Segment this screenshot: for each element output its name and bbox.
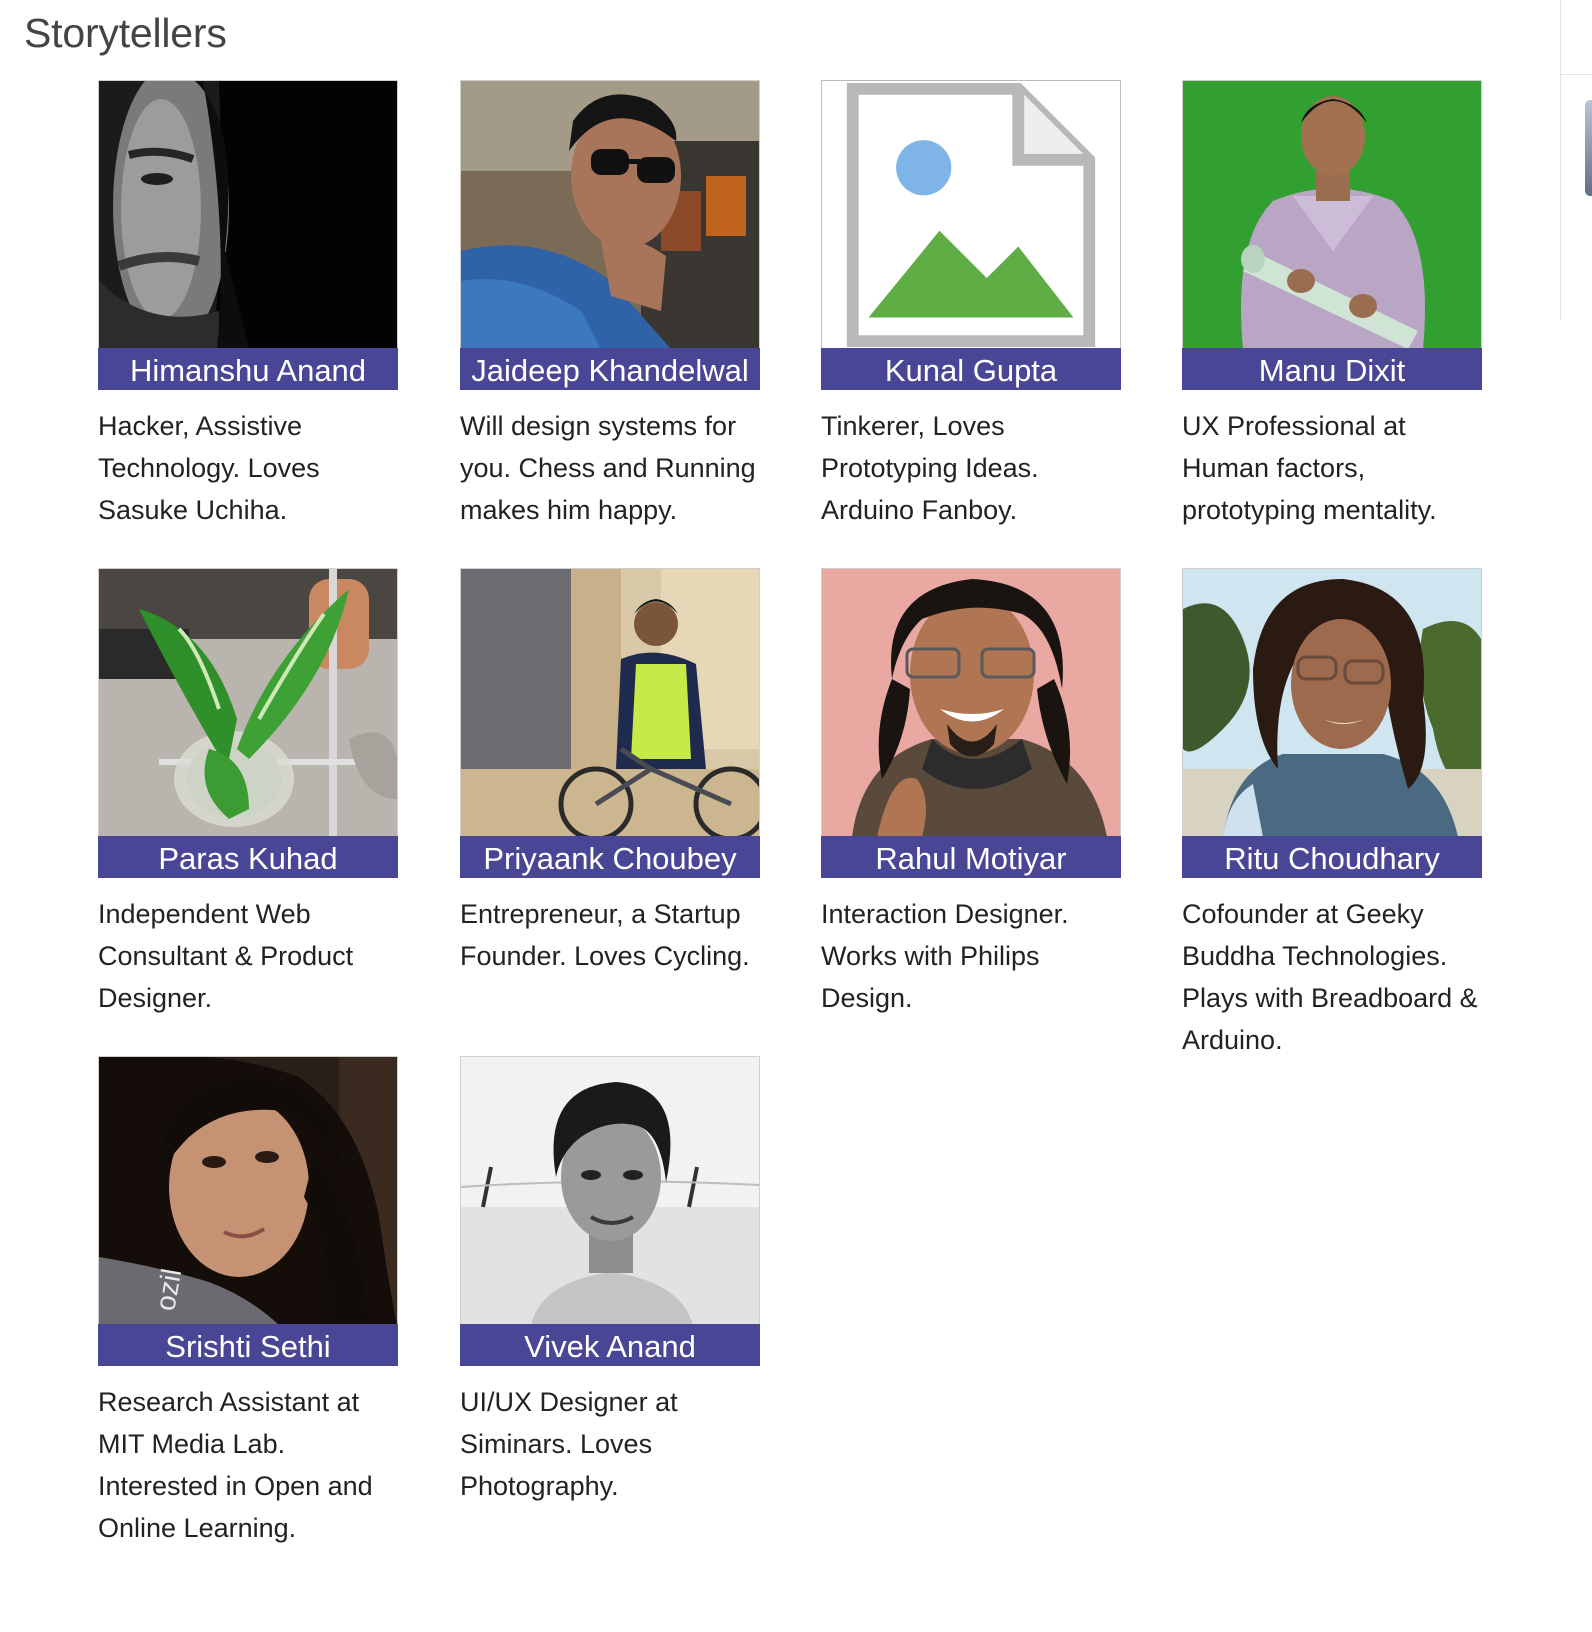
storyteller-card-priyaank-choubey: Priyaank Choubey Entrepreneur, a Startup…: [460, 568, 760, 971]
storyteller-bio: Research Assistant at MIT Media Lab. Int…: [98, 1387, 373, 1543]
portrait-black-and-white-image: [461, 1057, 759, 1325]
broken-image-icon: [846, 82, 1096, 348]
storyteller-name[interactable]: Manu Dixit: [1182, 348, 1482, 390]
partial-sidebar-image: [1585, 100, 1592, 196]
storyteller-card-jaideep-khandelwal: Jaideep Khandelwal Will design systems f…: [460, 80, 760, 525]
storyteller-bio: Hacker, Assistive Technology. Loves Sasu…: [98, 411, 320, 525]
plant-in-glass-bowl-image: [99, 569, 397, 837]
storyteller-name[interactable]: Rahul Motiyar: [821, 836, 1121, 878]
storyteller-card-manu-dixit: Manu Dixit UX Professional at Human fact…: [1182, 80, 1482, 525]
storyteller-card-srishti-sethi: ozil Srishti Sethi Research Assistant at…: [98, 1056, 398, 1543]
storyteller-photo: [1182, 80, 1482, 350]
portrait-sunglasses-image: [461, 81, 759, 349]
storyteller-card-vivek-anand: Vivek Anand UI/UX Designer at Siminars. …: [460, 1056, 760, 1501]
person-with-bicycle-image: [461, 569, 759, 837]
storyteller-card-rahul-motiyar: Rahul Motiyar Interaction Designer. Work…: [821, 568, 1121, 1013]
storyteller-photo: [98, 568, 398, 838]
storyteller-name[interactable]: Kunal Gupta: [821, 348, 1121, 390]
storyteller-photo: [1182, 568, 1482, 838]
storyteller-name[interactable]: Ritu Choudhary: [1182, 836, 1482, 878]
storyteller-card-kunal-gupta: Kunal Gupta Tinkerer, Loves Prototyping …: [821, 80, 1121, 525]
page-title: Storytellers: [24, 10, 227, 56]
sidebar-divider-top: [1560, 74, 1592, 75]
storyteller-bio: Independent Web Consultant & Product Des…: [98, 899, 354, 1013]
storyteller-name[interactable]: Srishti Sethi: [98, 1324, 398, 1366]
storyteller-card-ritu-choudhary: Ritu Choudhary Cofounder at Geeky Buddha…: [1182, 568, 1482, 1055]
storyteller-name[interactable]: Vivek Anand: [460, 1324, 760, 1366]
storyteller-bio: Tinkerer, Loves Prototyping Ideas. Ardui…: [821, 411, 1039, 525]
storyteller-card-paras-kuhad: Paras Kuhad Independent Web Consultant &…: [98, 568, 398, 1013]
portrait-smiling-glasses-image: [822, 569, 1120, 837]
storyteller-card-himanshu-anand: Himanshu Anand Hacker, Assistive Technol…: [98, 80, 398, 525]
storyteller-photo: [460, 1056, 760, 1326]
storyteller-photo: [460, 80, 760, 350]
storyteller-photo: [821, 568, 1121, 838]
storyteller-name[interactable]: Priyaank Choubey: [460, 836, 760, 878]
storyteller-photo: [821, 80, 1121, 350]
storyteller-photo: [98, 80, 398, 350]
sidebar-divider: [1560, 0, 1561, 320]
storyteller-bio: Will design systems for you. Chess and R…: [460, 411, 756, 525]
storyteller-bio: UX Professional at Human factors, protot…: [1182, 411, 1437, 525]
storyteller-bio: Entrepreneur, a Startup Founder. Loves C…: [460, 899, 750, 971]
storyteller-name[interactable]: Paras Kuhad: [98, 836, 398, 878]
portrait-dark-background-image: [99, 81, 397, 349]
storyteller-bio: UI/UX Designer at Siminars. Loves Photog…: [460, 1387, 678, 1501]
portrait-dark-room-image: ozil: [99, 1057, 397, 1325]
storyteller-name[interactable]: Himanshu Anand: [98, 348, 398, 390]
storyteller-photo: ozil: [98, 1056, 398, 1326]
storyteller-name[interactable]: Jaideep Khandelwal: [460, 348, 760, 390]
storyteller-bio: Cofounder at Geeky Buddha Technologies. …: [1182, 899, 1478, 1055]
storyteller-bio: Interaction Designer. Works with Philips…: [821, 899, 1069, 1013]
storyteller-photo: [460, 568, 760, 838]
portrait-green-screen-image: [1183, 81, 1481, 349]
portrait-outdoors-trees-image: [1183, 569, 1481, 837]
